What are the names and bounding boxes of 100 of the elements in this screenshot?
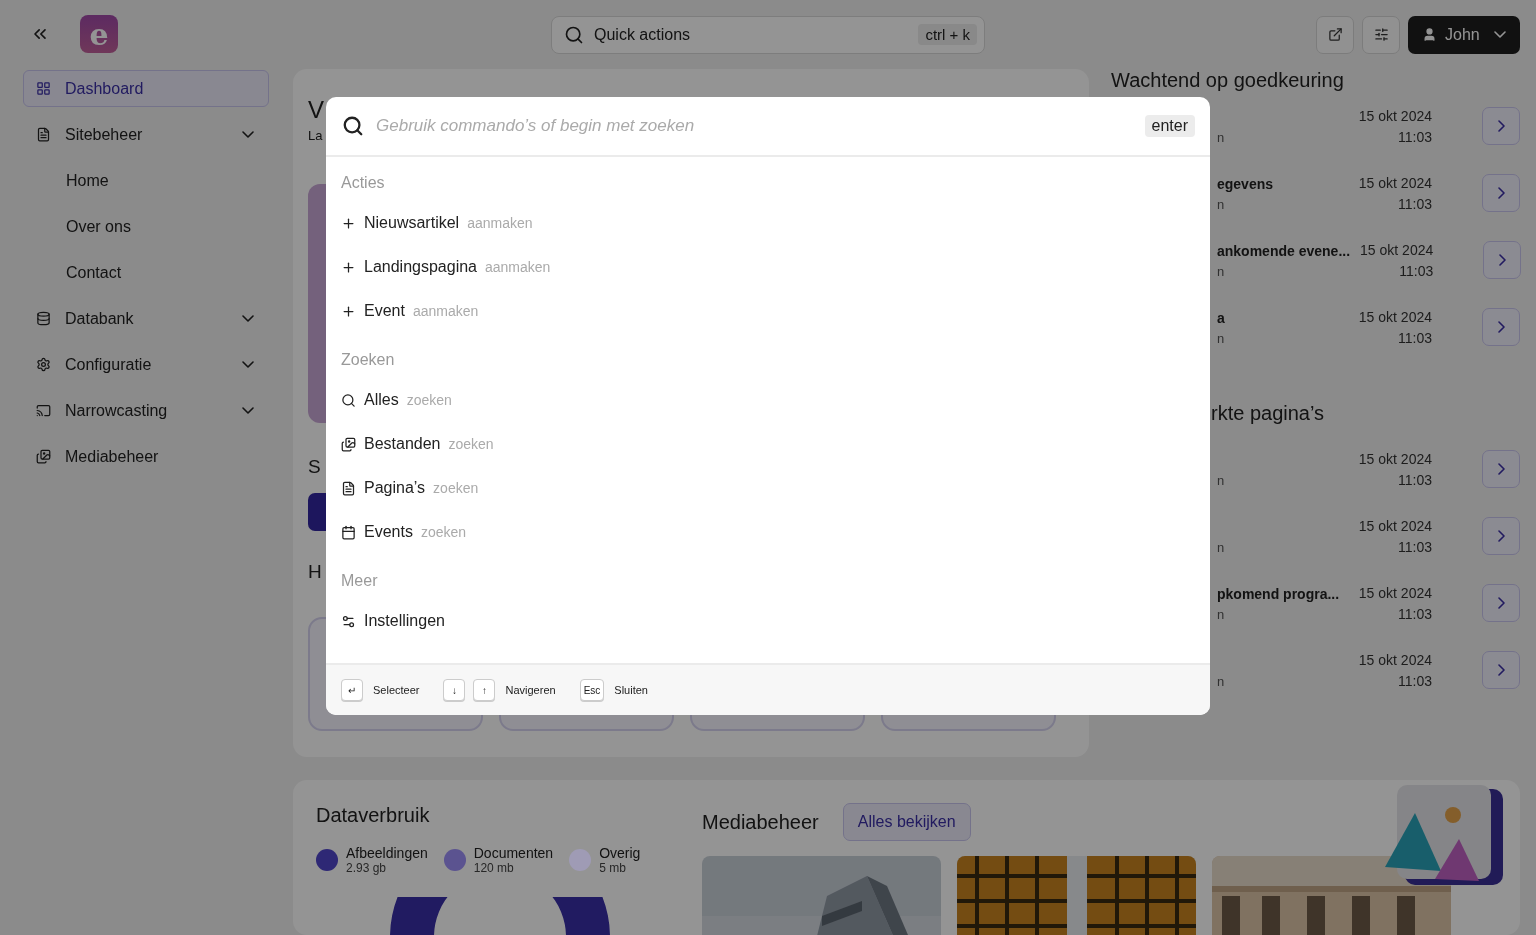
open-button[interactable] xyxy=(1482,517,1520,555)
nav-icon xyxy=(36,127,51,142)
nav-icon xyxy=(36,403,51,418)
key-hint-label: Sluiten xyxy=(614,684,648,696)
nav-icon xyxy=(36,357,51,372)
item-title: ankomende evene... xyxy=(1217,241,1351,260)
item-time: 11:03 xyxy=(1398,471,1432,488)
key-hint: ↓ xyxy=(443,679,466,701)
sidebar-subitem[interactable]: Contact xyxy=(23,254,269,291)
panel-subtitle: La xyxy=(308,128,323,143)
section-heading: Wachtend op goedkeuring xyxy=(1111,69,1345,93)
section-label: Zoeken xyxy=(341,350,396,370)
item-time: 11:03 xyxy=(1399,262,1434,279)
item-subtitle: n xyxy=(1217,539,1225,555)
item-time: 11:03 xyxy=(1398,128,1432,145)
chevron-down-icon xyxy=(242,131,254,138)
command-icon xyxy=(341,524,356,540)
open-button[interactable] xyxy=(1482,651,1520,689)
sidebar-item[interactable]: Narrowcasting xyxy=(23,392,269,429)
item-subtitle: n xyxy=(1217,606,1225,622)
command-item[interactable]: Event aanmaken xyxy=(341,289,1195,333)
key-hint: ↑ xyxy=(473,679,496,701)
item-date: 15 okt 2024 xyxy=(1358,308,1432,325)
command-item[interactable]: Landingspagina aanmaken xyxy=(341,245,1195,289)
open-button[interactable] xyxy=(1482,450,1520,488)
item-date: 15 okt 2024 xyxy=(1358,174,1432,191)
chevron-down-icon xyxy=(242,361,254,368)
sidebar-subitem[interactable]: Over ons xyxy=(23,208,269,245)
command-item[interactable]: Pagina’s zoeken xyxy=(341,466,1195,510)
chevron-down-icon xyxy=(242,407,254,414)
item-time: 11:03 xyxy=(1398,672,1432,689)
section-heading: rkte pagina’s xyxy=(1210,402,1326,426)
card-title: Dataverbruik xyxy=(316,804,431,827)
view-all-button[interactable]: Alles bekijken xyxy=(842,803,971,841)
key-hint: Esc xyxy=(579,679,605,701)
user-menu-button[interactable]: John xyxy=(1408,15,1520,54)
nav-icon xyxy=(36,311,51,326)
settings-button[interactable] xyxy=(1362,15,1400,54)
user-icon xyxy=(1422,27,1437,42)
item-title: a xyxy=(1217,308,1225,327)
sidebar-item[interactable]: Dashboard xyxy=(23,70,269,107)
sidebar-item[interactable]: Mediabeheer xyxy=(23,438,269,475)
legend-value: 120 mb xyxy=(473,861,515,875)
command-item[interactable]: Instellingen xyxy=(341,599,1195,643)
item-date: 15 okt 2024 xyxy=(1358,651,1432,668)
open-button[interactable] xyxy=(1483,241,1522,279)
command-icon xyxy=(341,392,356,408)
item-date: 15 okt 2024 xyxy=(1358,584,1432,601)
chevron-right-icon xyxy=(1497,321,1505,333)
item-subtitle: n xyxy=(1217,330,1225,346)
item-subtitle: n xyxy=(1217,673,1225,689)
item-title: egevens xyxy=(1217,174,1274,193)
chevron-right-icon xyxy=(1498,254,1506,266)
section-label: Meer xyxy=(341,571,379,591)
item-date: 15 okt 2024 xyxy=(1358,107,1432,124)
chevron-right-icon xyxy=(1497,664,1505,676)
sidebar-item[interactable]: Configuratie xyxy=(23,346,269,383)
command-icon xyxy=(341,215,356,231)
sidebar-subitem[interactable]: Home xyxy=(23,162,269,199)
chevron-right-icon xyxy=(1497,597,1505,609)
key-hint: ↵ xyxy=(341,679,363,701)
item-time: 11:03 xyxy=(1398,195,1432,212)
logo: e xyxy=(80,15,118,53)
item-subtitle: n xyxy=(1217,129,1225,145)
nav-icon xyxy=(36,449,51,464)
command-icon xyxy=(341,613,356,629)
command-icon xyxy=(341,259,356,275)
command-icon xyxy=(341,480,356,496)
open-button[interactable] xyxy=(1482,308,1520,346)
sidebar-item[interactable]: Sitebeheer xyxy=(23,116,269,153)
item-subtitle: n xyxy=(1217,196,1225,212)
command-item[interactable]: Bestanden zoeken xyxy=(341,422,1195,466)
item-time: 11:03 xyxy=(1398,605,1432,622)
search-icon xyxy=(342,115,364,137)
quick-actions-field[interactable]: Quick actions ctrl + k xyxy=(551,15,985,54)
command-icon xyxy=(341,303,356,319)
chevron-right-icon xyxy=(1497,187,1505,199)
command-item[interactable]: Nieuwsartikel aanmaken xyxy=(341,201,1195,245)
chevron-down-icon xyxy=(1494,31,1506,38)
command-item[interactable]: Events zoeken xyxy=(341,510,1195,554)
section-label: Acties xyxy=(341,173,386,193)
search-icon xyxy=(564,24,584,45)
legend-label: Afbeeldingen xyxy=(346,845,428,861)
open-button[interactable] xyxy=(1482,174,1520,212)
item-subtitle: n xyxy=(1217,263,1225,279)
open-button[interactable] xyxy=(1482,107,1520,145)
item-title: pkomend progra... xyxy=(1217,584,1340,603)
sliders-icon xyxy=(1373,27,1389,42)
sidebar-item[interactable]: Databank xyxy=(23,300,269,337)
legend-value: 5 mb xyxy=(599,861,627,875)
shortcut-key: ctrl + k xyxy=(918,24,977,45)
nav-icon xyxy=(36,81,51,96)
chevron-right-icon xyxy=(1497,463,1505,475)
command-item[interactable]: Alles zoeken xyxy=(341,378,1195,422)
open-button[interactable] xyxy=(1482,584,1520,622)
chevron-right-icon xyxy=(1497,530,1505,542)
key-hint-label: Selecteer xyxy=(373,684,420,696)
item-date: 15 okt 2024 xyxy=(1360,241,1434,258)
external-link-button[interactable] xyxy=(1316,15,1354,54)
section-heading: H xyxy=(308,561,322,583)
